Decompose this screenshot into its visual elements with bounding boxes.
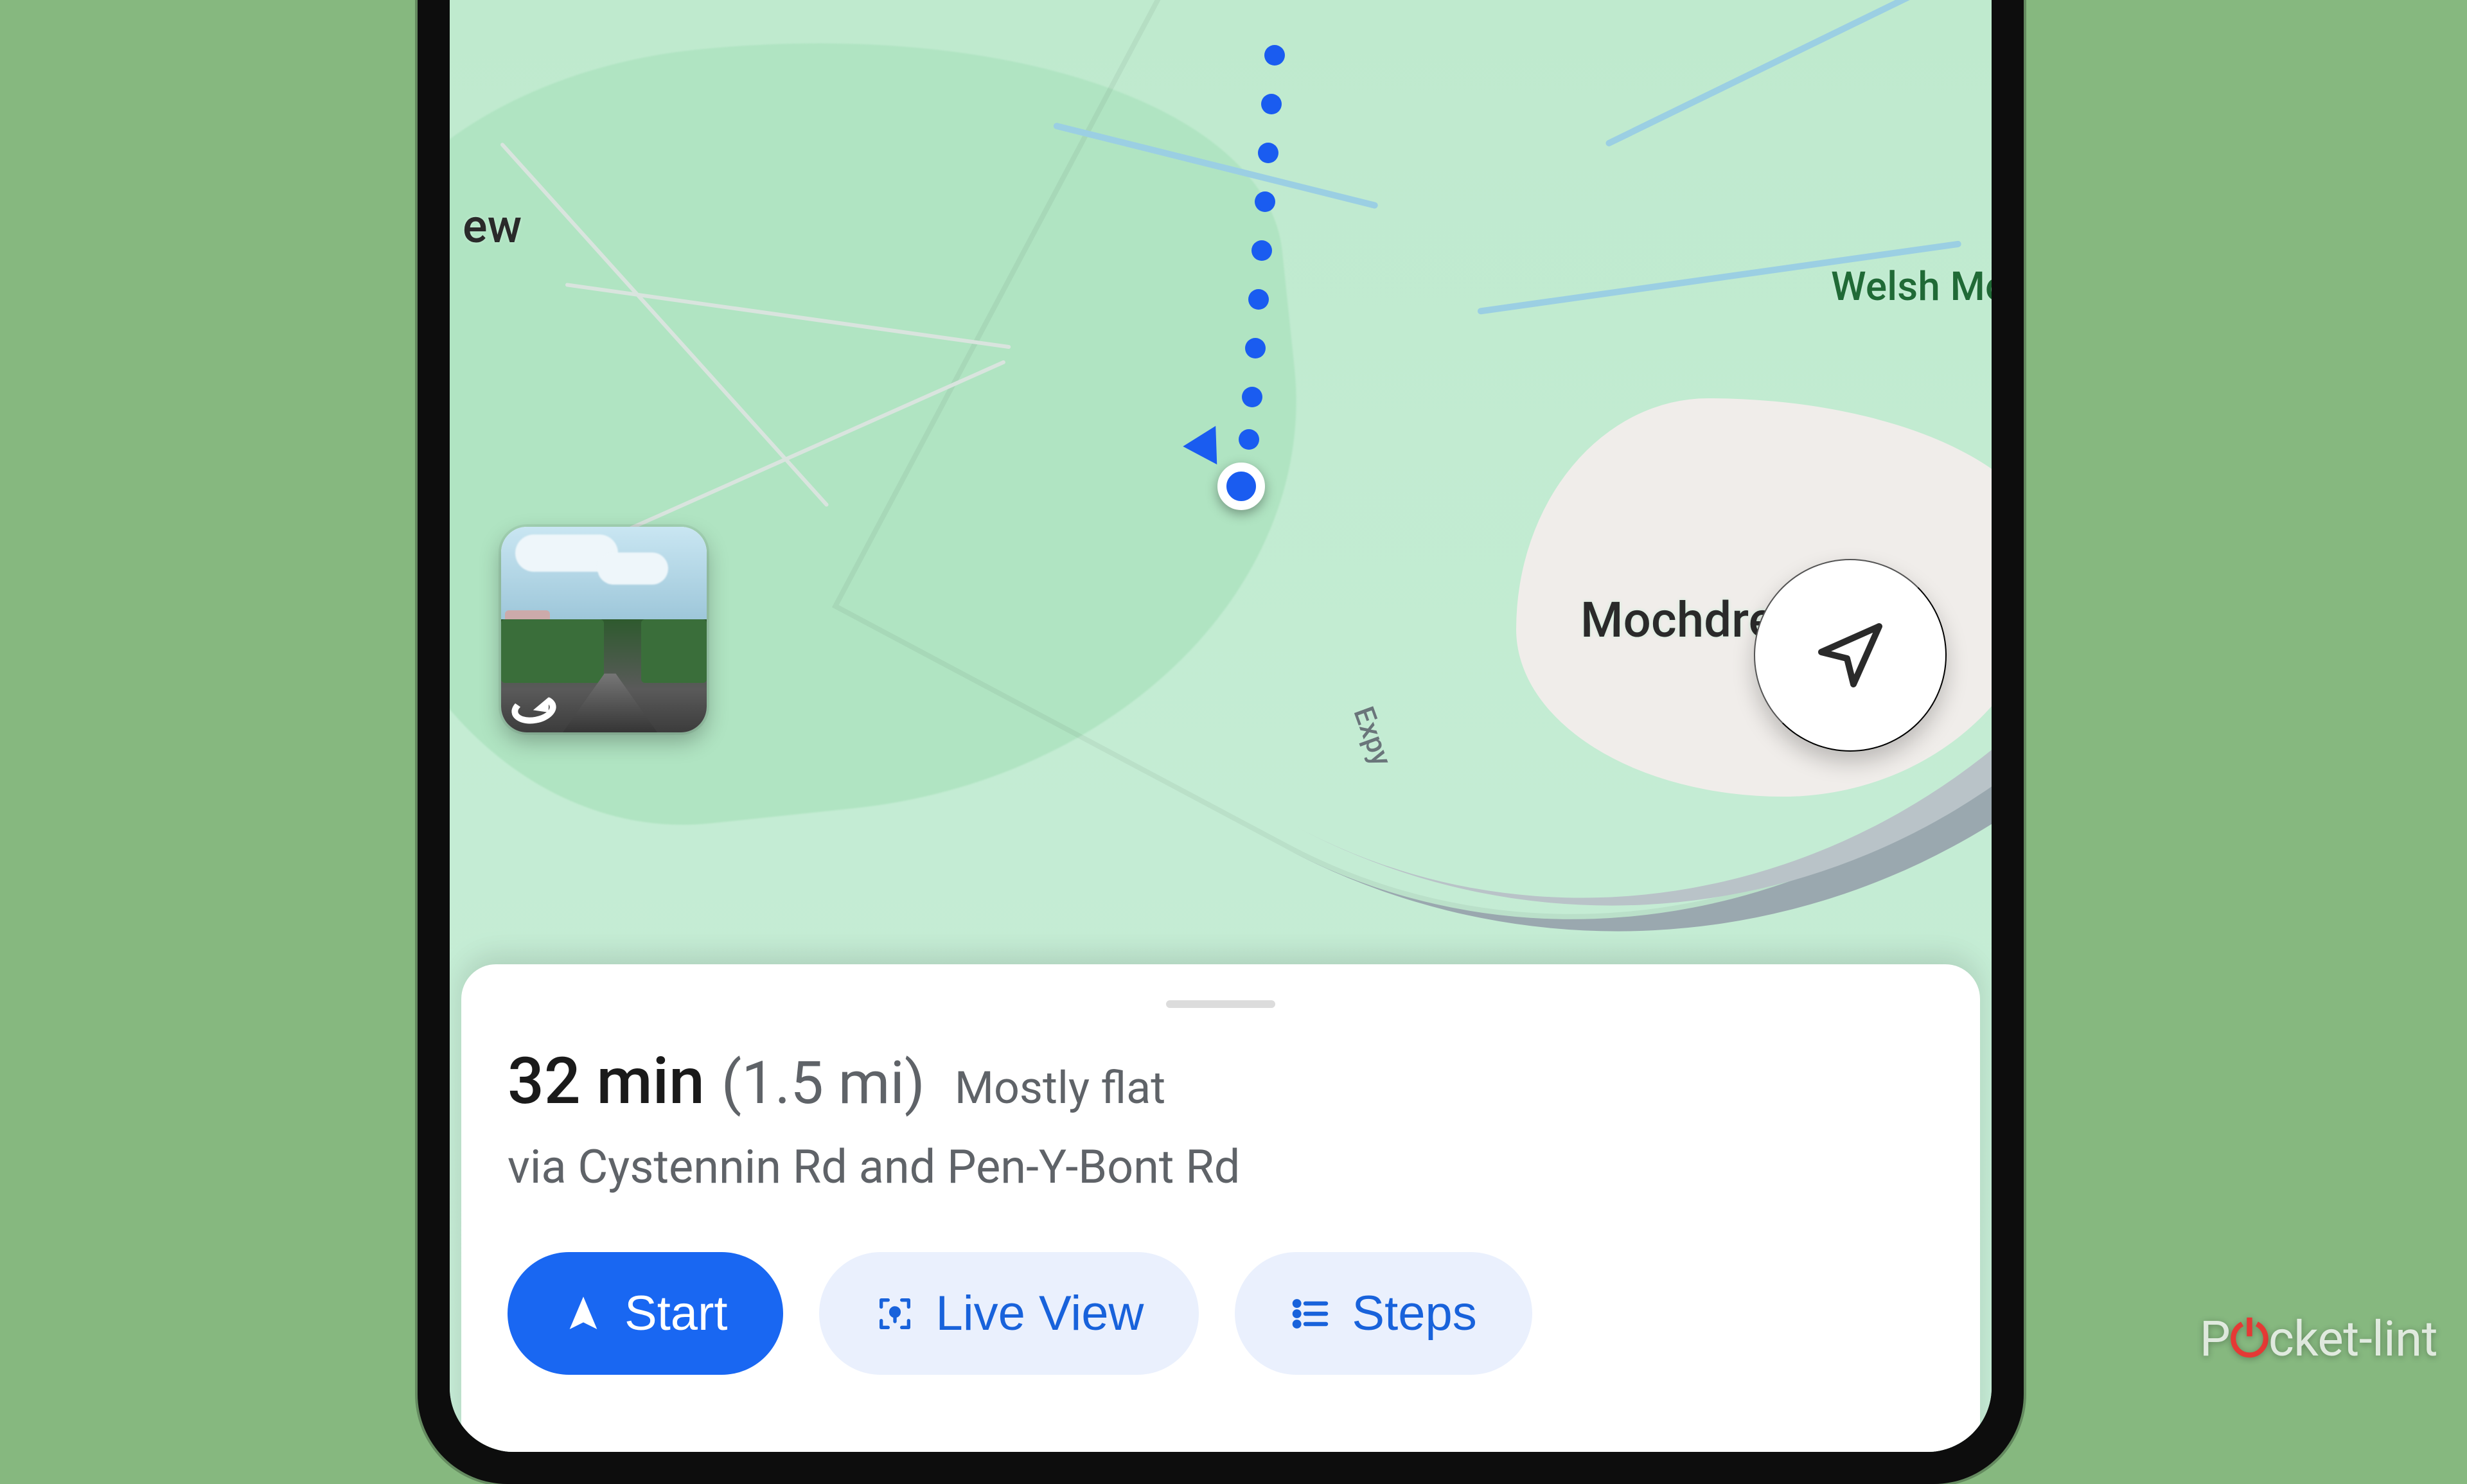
route-duration: 32 min — [508, 1044, 705, 1119]
watermark: P⏻cket-lint — [2200, 1310, 2437, 1368]
street-view-hedge — [641, 619, 707, 683]
route-terrain: Mostly flat — [955, 1062, 1165, 1115]
watermark-part: cket — [2268, 1310, 2359, 1368]
current-location-dot — [1217, 463, 1265, 510]
drag-handle[interactable] — [1166, 1000, 1275, 1008]
live-view-button[interactable]: Live View — [819, 1252, 1199, 1375]
route-dot — [1248, 289, 1269, 310]
start-button-label: Start — [624, 1285, 728, 1341]
route-summary: 32 min (1.5 mi) Mostly flat — [508, 1044, 1934, 1119]
map-label-partial: ew — [463, 199, 522, 254]
route-distance: (1.5 mi) — [721, 1049, 925, 1118]
watermark-part: P — [2200, 1310, 2230, 1368]
route-dot — [1242, 387, 1262, 407]
route-dot — [1251, 240, 1272, 261]
street-view-hedge — [501, 619, 604, 683]
watermark-part: -lint — [2359, 1310, 2437, 1368]
steps-button[interactable]: Steps — [1235, 1252, 1532, 1375]
route-dot — [1245, 338, 1266, 358]
route-dot — [1264, 45, 1285, 66]
live-view-button-label: Live View — [936, 1285, 1144, 1341]
steps-button-label: Steps — [1352, 1285, 1476, 1341]
phone-frame: ew Mochdre Welsh Mou Expy — [418, 0, 2024, 1484]
power-icon: ⏻ — [2230, 1310, 2268, 1368]
live-view-icon — [874, 1293, 915, 1334]
route-dot — [1258, 143, 1278, 163]
navigate-icon — [563, 1293, 604, 1334]
map-label-poi: Welsh Mou — [1831, 263, 1992, 310]
route-dot — [1255, 191, 1275, 212]
start-button[interactable]: Start — [508, 1252, 783, 1375]
recenter-button[interactable] — [1754, 559, 1947, 752]
list-icon — [1290, 1293, 1331, 1334]
street-view-thumbnail[interactable] — [501, 527, 707, 732]
street-view-sky — [501, 527, 707, 619]
map-label-town: Mochdre — [1580, 591, 1775, 649]
route-via: via Cystennin Rd and Pen-Y-Bont Rd — [508, 1140, 1934, 1194]
screen: ew Mochdre Welsh Mou Expy — [450, 0, 1992, 1452]
route-dot — [1261, 94, 1282, 114]
directions-sheet[interactable]: 32 min (1.5 mi) Mostly flat via Cystenni… — [461, 964, 1980, 1452]
cloud-icon — [597, 552, 668, 585]
action-row: Start Live View — [508, 1252, 1934, 1375]
navigation-arrow-icon — [1812, 617, 1889, 694]
route-dot — [1239, 429, 1259, 450]
